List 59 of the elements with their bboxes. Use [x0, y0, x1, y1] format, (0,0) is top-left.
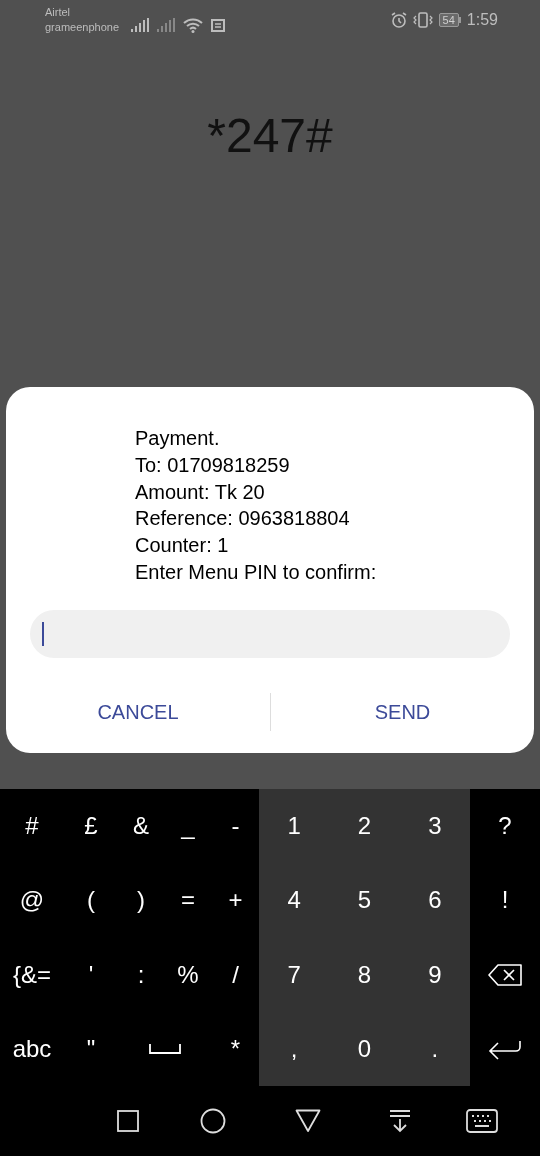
keyboard-key[interactable]: ' [88, 956, 94, 993]
keyboard-key[interactable]: : [137, 956, 145, 993]
keyboard-key[interactable]: # [25, 808, 39, 845]
keyboard-key[interactable]: {&= [12, 956, 51, 993]
keyboard-key[interactable]: 8 [357, 956, 372, 993]
signal-icon [131, 18, 149, 32]
keyboard-key[interactable]: % [177, 956, 199, 993]
keyboard-key[interactable]: 4 [287, 882, 301, 919]
signal-icon [157, 18, 175, 32]
keyboard-key[interactable]: ( [87, 882, 95, 919]
back-icon[interactable] [295, 1109, 321, 1133]
keyboard-key[interactable]: £ [84, 808, 98, 845]
keyboard-key[interactable]: + [228, 882, 243, 919]
keyboard-key[interactable]: * [230, 1030, 241, 1067]
keyboard-key[interactable]: 7 [287, 956, 301, 993]
dialed-number: *247# [207, 108, 333, 164]
keyboard-key[interactable]: 3 [428, 808, 442, 845]
alarm-icon [390, 12, 407, 28]
home-icon[interactable] [200, 1108, 226, 1134]
keyboard-key[interactable]: @ [19, 882, 45, 919]
keyboard-key[interactable]: - [231, 808, 240, 845]
message-line: Counter: 1 [135, 533, 230, 559]
backspace-icon[interactable] [488, 963, 522, 986]
keyboard-key[interactable]: ? [498, 808, 512, 845]
message-line: Amount: Tk 20 [135, 479, 266, 505]
keyboard-key[interactable]: & [133, 808, 149, 845]
carrier-name: grameenphone [45, 20, 119, 35]
recent-apps-icon[interactable] [117, 1110, 139, 1132]
clock-time: 1:59 [466, 10, 498, 30]
keyboard-key[interactable]: 0 [357, 1030, 372, 1067]
carrier-name: Airtel [45, 5, 72, 20]
keyboard-key[interactable]: = [181, 882, 195, 919]
keyboard-key[interactable]: abc [12, 1030, 52, 1067]
keyboard-key[interactable]: 1 [287, 808, 301, 845]
wifi-icon [183, 17, 203, 33]
keyboard-key[interactable]: , [290, 1030, 298, 1067]
keyboard-key[interactable]: . [431, 1030, 439, 1067]
keyboard-key[interactable]: 2 [357, 808, 372, 845]
send-button[interactable]: SEND [271, 696, 534, 727]
space-icon[interactable] [149, 1043, 181, 1054]
message-line: Payment. [135, 426, 221, 451]
keyboard-key[interactable]: / [232, 956, 239, 993]
keyboard-key[interactable]: ! [501, 882, 509, 919]
vibrate-icon [412, 12, 433, 28]
keyboard-key[interactable]: " [86, 1030, 96, 1067]
keyboard-key[interactable]: ) [137, 882, 145, 919]
keyboard-key[interactable]: 6 [428, 882, 442, 919]
keyboard-icon[interactable] [466, 1109, 498, 1133]
hide-keyboard-icon[interactable] [389, 1109, 411, 1133]
message-line: Reference: 0963818804 [135, 506, 351, 532]
message-line: To: 01709818259 [135, 452, 291, 478]
keyboard-key[interactable]: 9 [428, 956, 442, 993]
pin-input-field[interactable] [30, 609, 510, 658]
keyboard-key[interactable]: _ [181, 808, 195, 845]
cancel-button[interactable]: CANCEL [6, 696, 270, 727]
message-icon [211, 18, 225, 32]
keyboard-key[interactable]: 5 [357, 882, 372, 919]
message-line: Enter Menu PIN to confirm: [135, 560, 378, 585]
battery-level: 54 [438, 13, 459, 27]
